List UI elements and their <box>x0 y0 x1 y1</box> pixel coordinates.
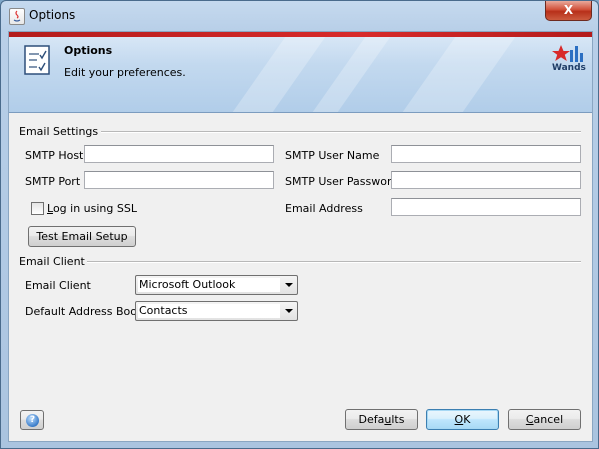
email-address-field[interactable] <box>391 198 581 216</box>
address-book-value: Contacts <box>138 304 280 318</box>
banner-subtitle: Edit your preferences. <box>64 66 186 79</box>
java-app-icon <box>9 8 25 25</box>
smtp-password-field[interactable] <box>391 171 581 189</box>
cancel-mnemonic: C <box>525 413 534 426</box>
email-address-label: Email Address <box>285 202 363 215</box>
cancel-button[interactable]: Cancel <box>508 409 581 430</box>
ok-label: K <box>463 413 471 426</box>
defaults-label-b: lts <box>391 413 405 426</box>
help-icon: ? <box>26 414 39 427</box>
email-client-value: Microsoft Outlook <box>138 278 280 292</box>
wands-logo: Wands <box>552 44 586 74</box>
section-divider <box>101 131 581 133</box>
chevron-down-icon <box>285 283 293 287</box>
ok-mnemonic: O <box>454 413 464 426</box>
banner-title: Options <box>64 44 113 57</box>
email-client-label: Email Client <box>25 279 91 292</box>
ssl-label-text: og in using SSL <box>52 202 137 215</box>
cancel-label: ancel <box>533 413 564 426</box>
defaults-label-a: Defa <box>358 413 385 426</box>
dialog-content: Options Edit your preferences. Wands Ema… <box>8 31 593 442</box>
defaults-button[interactable]: Defaults <box>345 409 418 430</box>
wands-logo-text: Wands <box>552 63 586 73</box>
address-book-select[interactable]: Contacts <box>135 301 298 321</box>
banner-sheen <box>402 37 516 112</box>
smtp-password-label: SMTP User Password <box>285 175 399 188</box>
smtp-port-field[interactable] <box>84 171 274 189</box>
ok-button[interactable]: OK <box>426 409 499 430</box>
smtp-port-label: SMTP Port <box>25 175 81 188</box>
smtp-host-label: SMTP Host <box>25 149 84 162</box>
header-banner: Options Edit your preferences. Wands <box>9 32 592 113</box>
email-settings-heading: Email Settings <box>19 125 99 138</box>
banner-sheen <box>232 37 326 112</box>
smtp-user-name-label: SMTP User Name <box>285 149 380 162</box>
preferences-checklist-icon <box>24 45 50 78</box>
title-bar[interactable]: Options X <box>1 1 598 31</box>
smtp-user-name-field[interactable] <box>391 145 581 163</box>
ssl-label[interactable]: Log in using SSL <box>47 202 137 215</box>
smtp-host-field[interactable] <box>84 145 274 163</box>
test-email-setup-button[interactable]: Test Email Setup <box>28 226 136 247</box>
section-divider <box>87 261 581 263</box>
email-client-heading: Email Client <box>19 255 85 268</box>
options-dialog: Options X Options Edit your preferences. <box>0 0 599 449</box>
banner-sheen <box>312 37 391 112</box>
chevron-down-icon <box>285 309 293 313</box>
window-title: Options <box>29 8 76 22</box>
email-client-select[interactable]: Microsoft Outlook <box>135 275 298 295</box>
ssl-checkbox[interactable] <box>31 202 44 215</box>
help-button[interactable]: ? <box>20 410 44 430</box>
address-book-label: Default Address Book <box>25 305 144 318</box>
close-button[interactable]: X <box>545 1 592 21</box>
